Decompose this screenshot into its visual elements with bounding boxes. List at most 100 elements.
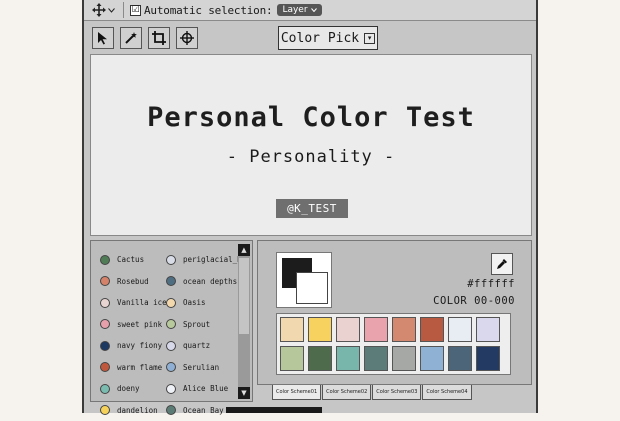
swatch-list-right: periglacial_B ocean depths Oasis Sprout …	[166, 249, 242, 421]
canvas-area[interactable]: Personal Color Test - Personality - @K_T…	[90, 54, 532, 236]
color-dot	[100, 341, 110, 351]
swatch-grid	[276, 313, 511, 375]
target-button[interactable]	[176, 27, 198, 49]
divider	[123, 2, 124, 18]
scheme-tabs: Color Scheme01 Color Scheme02 Color Sche…	[272, 385, 473, 401]
list-item[interactable]: warm flame	[100, 357, 167, 379]
layer-dropdown[interactable]: Layer	[277, 4, 321, 16]
color-swatch[interactable]	[280, 317, 304, 342]
select-arrow-button[interactable]	[92, 27, 114, 49]
list-item[interactable]: doeny	[100, 378, 167, 400]
list-item[interactable]: periglacial_B	[166, 249, 242, 271]
list-item[interactable]: sweet pink	[100, 314, 167, 336]
options-bar: ☑ Automatic selection: Layer	[84, 0, 536, 21]
tab-color-scheme-01[interactable]: Color Scheme01	[272, 385, 321, 400]
scrollbar-thumb[interactable]	[239, 258, 249, 334]
color-swatch[interactable]	[420, 317, 444, 342]
color-dot	[166, 276, 176, 286]
list-item[interactable]: dandelion	[100, 400, 167, 421]
list-item[interactable]: ocean depths	[166, 271, 242, 293]
color-swatch[interactable]	[280, 346, 304, 371]
swatch-name: ocean depths	[183, 277, 237, 286]
list-item[interactable]: Cactus	[100, 249, 167, 271]
color-dot	[100, 384, 110, 394]
hex-value: #ffffff	[467, 278, 515, 290]
editor-window: ☑ Automatic selection: Layer	[82, 0, 538, 413]
tab-color-scheme-03[interactable]: Color Scheme03	[372, 385, 421, 400]
color-dot	[166, 384, 176, 394]
status-strip	[226, 407, 322, 413]
scrollbar[interactable]: ▲ ▼	[238, 244, 250, 399]
color-dot	[166, 298, 176, 308]
eyedropper-icon	[496, 258, 508, 270]
color-pick-label: Color Pick	[281, 31, 359, 46]
list-item[interactable]: Oasis	[166, 292, 242, 314]
background-color-swatch[interactable]	[296, 272, 328, 304]
magic-wand-button[interactable]	[120, 27, 142, 49]
swatch-name: quartz	[183, 341, 210, 350]
tab-color-scheme-02[interactable]: Color Scheme02	[322, 385, 371, 400]
list-item[interactable]: Vanilla ice	[100, 292, 167, 314]
swatch-list-panel: Cactus Rosebud Vanilla ice sweet pink na…	[90, 240, 253, 402]
color-swatch[interactable]	[476, 346, 500, 371]
swatch-name: warm flame	[117, 363, 162, 372]
move-tool-button[interactable]	[92, 3, 115, 17]
color-swatch[interactable]	[336, 317, 360, 342]
color-dot	[100, 319, 110, 329]
color-dot	[100, 276, 110, 286]
color-swatch[interactable]	[308, 346, 332, 371]
swatch-name: Oasis	[183, 298, 206, 307]
crop-button[interactable]	[148, 27, 170, 49]
crop-icon	[152, 31, 166, 45]
color-dot	[100, 405, 110, 415]
color-swatch[interactable]	[448, 346, 472, 371]
list-item[interactable]: quartz	[166, 335, 242, 357]
color-swatch[interactable]	[308, 317, 332, 342]
swatch-name: navy fiony	[117, 341, 162, 350]
list-item[interactable]: Rosebud	[100, 271, 167, 293]
auto-select-checkbox[interactable]: ☑	[130, 5, 141, 16]
color-swatch[interactable]	[364, 346, 388, 371]
page-subtitle: - Personality -	[91, 147, 531, 167]
color-code: COLOR 00-000	[433, 295, 515, 307]
color-dot	[166, 362, 176, 372]
crosshair-icon	[180, 31, 194, 45]
color-swatch[interactable]	[420, 346, 444, 371]
swatch-name: Ocean Bay	[183, 406, 224, 415]
swatch-name: Vanilla ice	[117, 298, 167, 307]
swatch-name: doeny	[117, 384, 140, 393]
eyedropper-button[interactable]	[491, 253, 513, 275]
color-swatch[interactable]	[448, 317, 472, 342]
list-item[interactable]: navy fiony	[100, 335, 167, 357]
auto-select-label: Automatic selection:	[144, 4, 272, 17]
color-dot	[100, 255, 110, 265]
color-dot	[100, 362, 110, 372]
list-item[interactable]: Sprout	[166, 314, 242, 336]
scroll-down-arrow-icon[interactable]: ▼	[238, 387, 250, 399]
color-swatch[interactable]	[392, 317, 416, 342]
chevron-down-icon: ▾	[364, 33, 375, 44]
account-badge: @K_TEST	[276, 199, 348, 218]
page-title: Personal Color Test	[91, 102, 531, 133]
color-dot	[166, 341, 176, 351]
chevron-down-icon	[311, 8, 317, 12]
color-preview	[276, 252, 332, 308]
list-item[interactable]: Alice Blue	[166, 378, 242, 400]
swatch-name: periglacial_B	[183, 255, 242, 264]
color-pick-dropdown[interactable]: Color Pick ▾	[278, 26, 378, 50]
list-item[interactable]: Serulian	[166, 357, 242, 379]
tab-color-scheme-04[interactable]: Color Scheme04	[422, 385, 471, 400]
color-dot	[166, 255, 176, 265]
swatch-name: Serulian	[183, 363, 219, 372]
color-swatch[interactable]	[392, 346, 416, 371]
swatch-name: Rosebud	[117, 277, 149, 286]
color-dot	[100, 298, 110, 308]
scroll-up-arrow-icon[interactable]: ▲	[238, 244, 250, 256]
swatch-name: Alice Blue	[183, 384, 228, 393]
color-swatch[interactable]	[364, 317, 388, 342]
tool-row: Color Pick ▾	[84, 21, 536, 53]
move-icon	[92, 3, 106, 17]
magic-wand-icon	[124, 31, 138, 45]
color-swatch[interactable]	[476, 317, 500, 342]
color-swatch[interactable]	[336, 346, 360, 371]
